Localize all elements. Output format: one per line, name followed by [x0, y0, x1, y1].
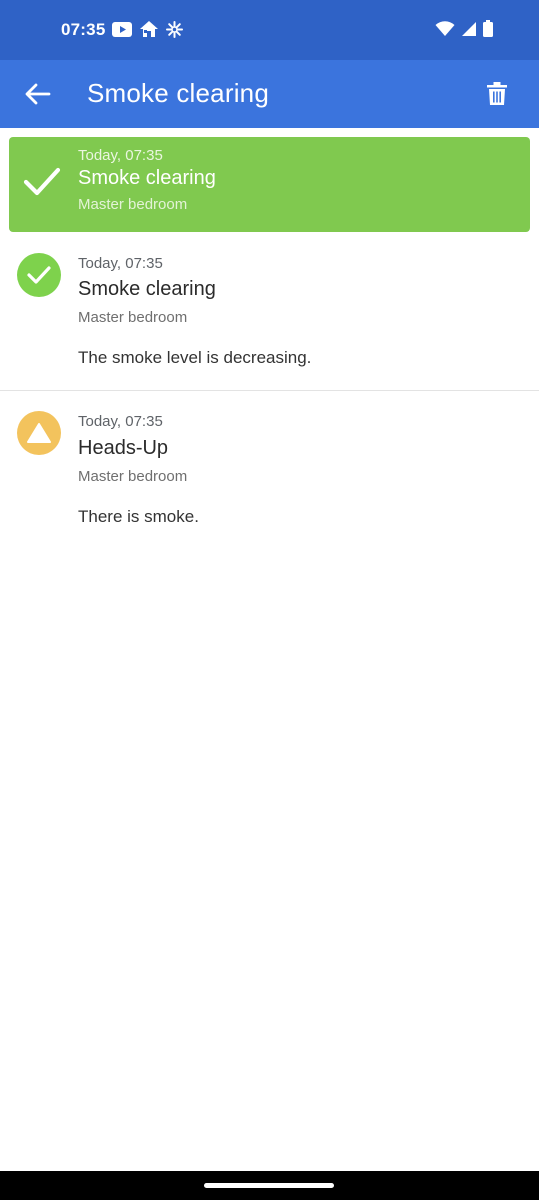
event-title: Smoke clearing — [78, 278, 216, 300]
banner-time: Today, 07:35 — [78, 147, 163, 164]
battery-icon — [483, 20, 493, 42]
event-location: Master bedroom — [78, 309, 188, 326]
event-list: Today, 07:35 Smoke clearing Master bedro… — [0, 232, 539, 551]
trash-icon — [487, 82, 507, 105]
youtube-icon — [112, 21, 132, 42]
warning-triangle-icon — [17, 411, 61, 455]
event-title: Heads-Up — [78, 437, 169, 459]
home-icon — [139, 20, 159, 43]
check-icon — [23, 167, 61, 202]
fan-icon — [166, 20, 183, 43]
page-title: Smoke clearing — [87, 78, 269, 108]
event-description: There is smoke. — [78, 507, 199, 526]
cell-signal-icon — [461, 21, 477, 42]
event-description: The smoke level is decreasing. — [78, 348, 312, 367]
status-right-icons — [435, 20, 493, 42]
status-left-icons — [112, 20, 183, 43]
status-bar: 07:35 — [0, 0, 539, 60]
banner-title: Smoke clearing — [78, 167, 216, 189]
list-item[interactable]: Today, 07:35 Smoke clearing Master bedro… — [0, 232, 539, 391]
back-button[interactable] — [18, 74, 58, 114]
banner-location: Master bedroom — [78, 196, 188, 213]
wifi-icon — [435, 20, 455, 42]
list-item[interactable]: Today, 07:35 Heads-Up Master bedroom The… — [0, 391, 539, 551]
arrow-back-icon — [25, 83, 51, 105]
app-bar: Smoke clearing — [0, 60, 539, 128]
event-location: Master bedroom — [78, 468, 188, 485]
check-circle-icon — [17, 253, 61, 297]
alert-banner[interactable]: Today, 07:35 Smoke clearing Master bedro… — [9, 137, 530, 232]
status-time: 07:35 — [61, 20, 106, 39]
delete-button[interactable] — [477, 74, 517, 114]
event-time: Today, 07:35 — [78, 413, 163, 430]
navigation-bar — [0, 1171, 539, 1200]
home-gesture-handle[interactable] — [204, 1183, 334, 1188]
event-time: Today, 07:35 — [78, 255, 163, 272]
